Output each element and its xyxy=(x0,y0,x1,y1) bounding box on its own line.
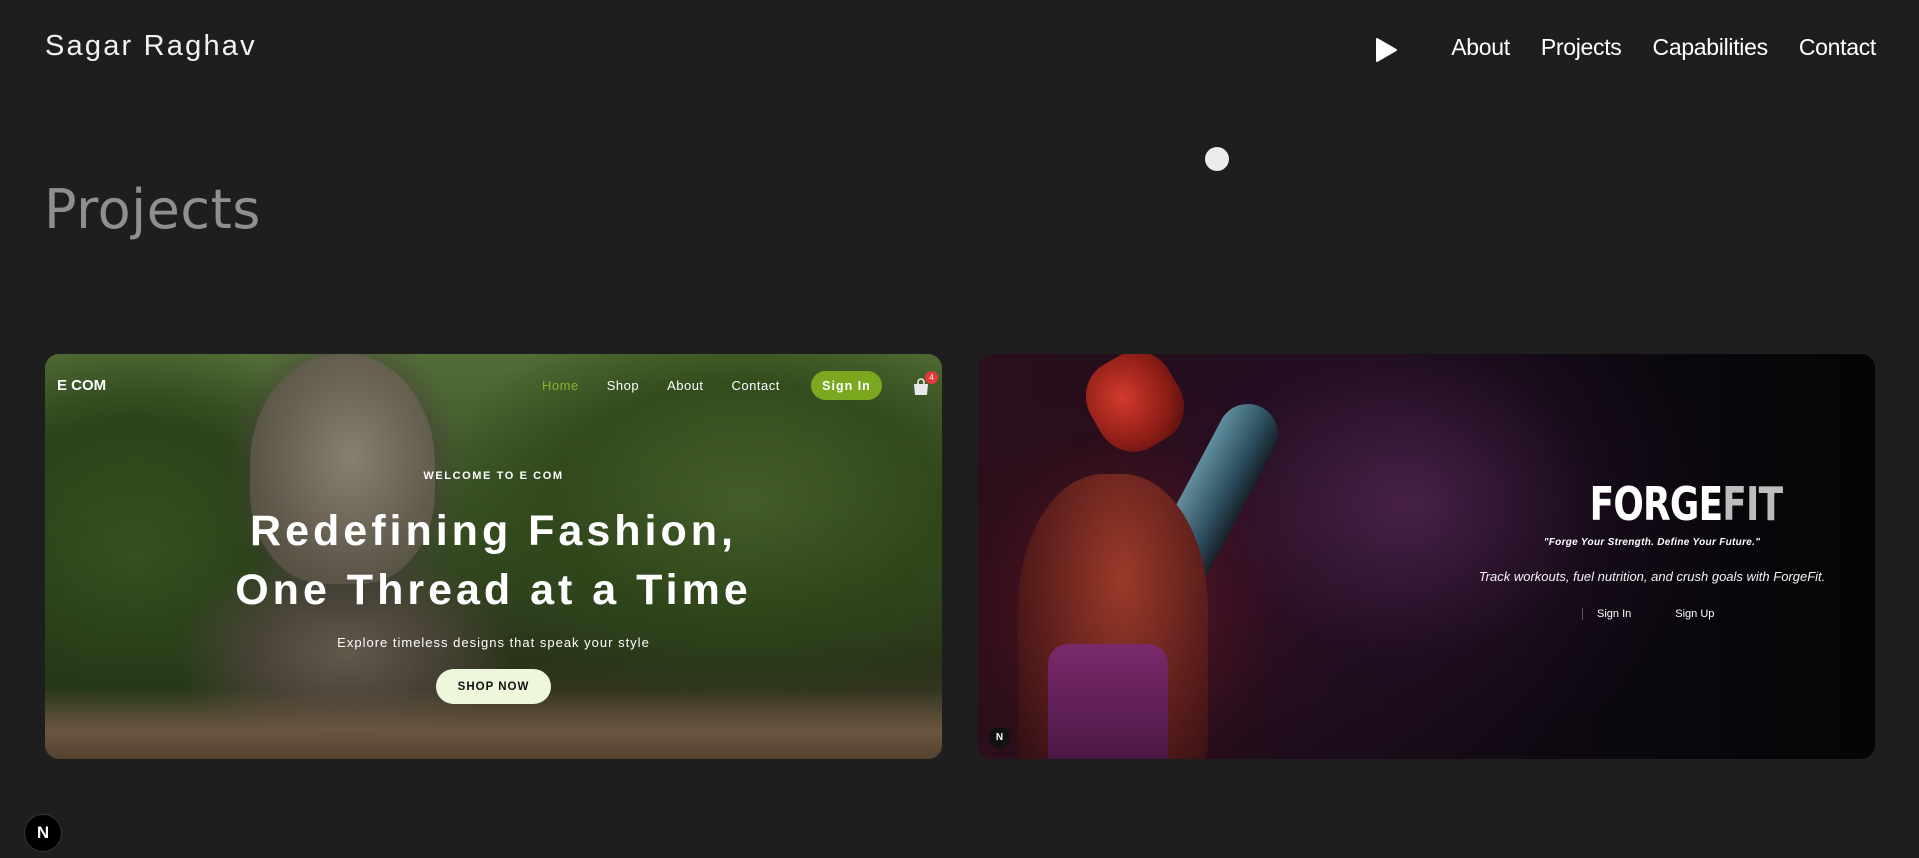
custom-cursor-dot xyxy=(1205,147,1229,171)
project-card-forgefit[interactable]: FORGEFIT "Forge Your Strength. Define Yo… xyxy=(978,354,1875,759)
ecom-nav-home[interactable]: Home xyxy=(542,378,579,393)
nav-about[interactable]: About xyxy=(1451,34,1510,61)
shop-now-button[interactable]: SHOP NOW xyxy=(436,669,551,704)
ecom-headline: Redefining Fashion, One Thread at a Time xyxy=(45,502,942,620)
ecom-subtitle: Explore timeless designs that speak your… xyxy=(337,635,650,650)
ecom-kicker: WELCOME TO E COM xyxy=(423,470,564,482)
nav-projects[interactable]: Projects xyxy=(1541,34,1622,61)
forgefit-sign-in-link[interactable]: Sign In xyxy=(1597,608,1631,620)
ecom-logo: E COM xyxy=(57,377,107,394)
forgefit-auth-links: Sign In Sign Up xyxy=(1582,608,1714,620)
main-nav: About Projects Capabilities Contact xyxy=(1451,34,1876,61)
ecom-nav: Home Shop About Contact xyxy=(542,378,780,393)
forgefit-description: Track workouts, fuel nutrition, and crus… xyxy=(1478,569,1826,584)
nextjs-dev-badge-icon[interactable]: N xyxy=(24,814,62,852)
ecom-nav-contact[interactable]: Contact xyxy=(732,378,780,393)
site-header: Sagar Raghav About Projects Capabilities… xyxy=(0,0,1919,96)
forgefit-logo: FORGEFIT xyxy=(1590,477,1783,531)
ecom-sign-in-button[interactable]: Sign In xyxy=(811,371,882,400)
ecom-nav-about[interactable]: About xyxy=(667,378,703,393)
brand-logo[interactable]: Sagar Raghav xyxy=(45,30,257,63)
nav-contact[interactable]: Contact xyxy=(1799,34,1876,61)
forgefit-logo-accent: FIT xyxy=(1722,477,1783,531)
project-card-ecom[interactable]: E COM Home Shop About Contact Sign In 4 … xyxy=(45,354,942,759)
divider xyxy=(1582,608,1583,620)
forgefit-logo-main: FORGE xyxy=(1589,477,1723,531)
ecom-nav-shop[interactable]: Shop xyxy=(607,378,639,393)
nextjs-badge-icon: N xyxy=(989,727,1010,748)
ecom-headline-line2: One Thread at a Time xyxy=(235,566,752,614)
forgefit-slogan: "Forge Your Strength. Define Your Future… xyxy=(1543,537,1761,548)
nav-capabilities[interactable]: Capabilities xyxy=(1653,34,1769,61)
section-title: Projects xyxy=(44,178,261,241)
ecom-headline-line1: Redefining Fashion, xyxy=(250,507,737,555)
cart-count-badge: 4 xyxy=(925,371,938,384)
forgefit-sign-up-link[interactable]: Sign Up xyxy=(1675,608,1714,620)
athlete-top-image xyxy=(1048,644,1168,759)
play-icon[interactable] xyxy=(1374,37,1398,63)
